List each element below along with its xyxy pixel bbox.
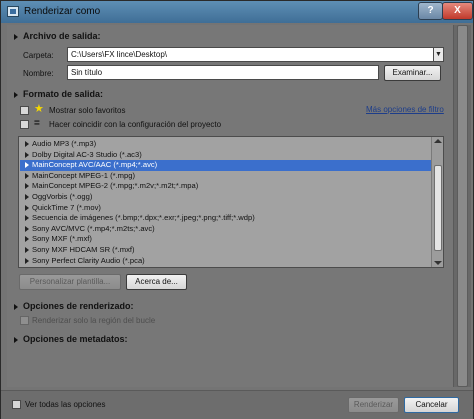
triangle-right-icon[interactable] [25, 257, 29, 264]
dialog-scrollbar[interactable] [453, 25, 471, 387]
triangle-right-icon[interactable] [25, 247, 29, 253]
dialog-scroll-thumb[interactable] [457, 25, 468, 387]
scroll-up-arrow-icon[interactable] [434, 139, 442, 143]
expanded-triangle-icon[interactable] [14, 337, 18, 343]
format-list-item[interactable]: QuickTime 7 (*.mov) [20, 203, 431, 214]
about-button[interactable]: Acerca de... [126, 274, 187, 290]
triangle-right-icon[interactable] [25, 183, 29, 190]
title-bar[interactable]: Renderizar como ? X [1, 1, 473, 23]
format-list[interactable]: Audio MP3 (*.mp3) Dolby Digital AC-3 Stud… [18, 136, 444, 268]
format-list-item-label: QuickTime 7 (*.mov) [32, 202, 101, 212]
name-label: Nombre: [23, 69, 54, 78]
triangle-right-icon[interactable] [25, 236, 29, 243]
folder-combobox[interactable]: C:\Users\FX lince\Desktop\ [67, 47, 434, 62]
format-list-item[interactable]: MainConcept AVC/AAC (*.mp4;*.avc) [20, 160, 431, 171]
close-button[interactable]: X [442, 2, 473, 20]
format-list-item[interactable]: Secuencia de imágenes (*.bmp;*.dpx;*.exr… [20, 213, 431, 224]
format-list-item[interactable]: Sony MXF HDCAM SR (*.mxf) [20, 245, 431, 256]
render-as-dialog: Renderizar como ? X Archivo de salida: C… [0, 0, 474, 419]
format-list-item-label: Sony MXF (*.mxf) [32, 234, 92, 244]
customize-template-button[interactable]: Personalizar plantilla... [19, 274, 121, 290]
expanded-triangle-icon[interactable] [14, 92, 18, 98]
format-list-item-label: Dolby Digital AC-3 Studio (*.ac3) [32, 149, 142, 159]
match-project-label[interactable]: Hacer coincidir con la configuración del… [49, 120, 221, 129]
triangle-right-icon[interactable] [25, 204, 29, 211]
triangle-right-icon[interactable] [25, 151, 29, 158]
triangle-right-icon[interactable] [25, 194, 29, 200]
format-list-item[interactable]: Audio MP3 (*.mp3) [20, 139, 431, 150]
help-button[interactable]: ? [418, 2, 443, 20]
format-list-item[interactable]: Sony MXF (*.mxf) [20, 234, 431, 245]
name-field[interactable]: Sin título [67, 65, 379, 80]
format-list-scrollbar[interactable] [431, 137, 443, 267]
format-list-item-label: Sony Perfect Clarity Audio (*.pca) [32, 255, 145, 265]
loop-region-only-checkbox[interactable] [20, 316, 29, 325]
format-list-item-label: MainConcept MPEG-2 (*.mpg;*.m2v;*.m2t;*.… [32, 181, 199, 191]
star-icon: ★ [34, 103, 44, 115]
chevron-down-icon[interactable]: ▼ [433, 47, 444, 62]
triangle-right-icon[interactable] [25, 172, 29, 179]
format-list-item[interactable]: MainConcept MPEG-1 (*.mpg) [20, 171, 431, 182]
scroll-down-arrow-icon[interactable] [434, 261, 442, 265]
triangle-right-icon[interactable] [25, 225, 29, 232]
triangle-right-icon[interactable] [25, 215, 29, 222]
render-button[interactable]: Renderizar [348, 397, 399, 413]
triangle-right-icon[interactable] [25, 141, 29, 147]
expanded-triangle-icon[interactable] [14, 304, 18, 310]
metadata-options-heading: Opciones de metadatos: [23, 334, 128, 344]
format-list-item-label: Audio MP3 (*.mp3) [32, 139, 97, 148]
format-list-item[interactable]: OggVorbis (*.ogg) [20, 192, 431, 203]
loop-region-only-label: Renderizar solo la región del bucle [32, 316, 156, 325]
app-icon [7, 6, 19, 17]
expanded-triangle-icon[interactable] [14, 34, 18, 40]
equal-icon: = [34, 118, 40, 129]
format-list-item-label: OggVorbis (*.ogg) [32, 192, 93, 201]
favorites-only-label[interactable]: Mostrar solo favoritos [49, 106, 125, 115]
format-list-item-label: Secuencia de imágenes (*.bmp;*.dpx;*.exr… [32, 213, 255, 223]
format-list-item[interactable]: Sony Perfect Clarity Audio (*.pca) [20, 256, 431, 267]
format-list-item[interactable]: MainConcept MPEG-2 (*.mpg;*.m2v;*.m2t;*.… [20, 181, 431, 192]
format-list-item-label: Sony AVC/MVC (*.mp4;*.m2ts;*.avc) [32, 223, 155, 233]
scroll-thumb[interactable] [434, 165, 442, 251]
match-project-checkbox[interactable] [20, 120, 29, 129]
output-file-heading: Archivo de salida: [23, 31, 101, 41]
output-format-heading: Formato de salida: [23, 89, 104, 99]
more-filter-options-link[interactable]: Más opciones de filtro [366, 105, 444, 114]
show-all-options-checkbox[interactable] [12, 400, 21, 409]
format-list-item[interactable]: Sony AVC/MVC (*.mp4;*.m2ts;*.avc) [20, 224, 431, 235]
favorites-only-checkbox[interactable] [20, 106, 29, 115]
folder-label: Carpeta: [23, 51, 54, 60]
format-list-item-label: Sony MXF HDCAM SR (*.mxf) [32, 245, 135, 254]
browse-button[interactable]: Examinar... [384, 65, 441, 81]
window-title: Renderizar como [24, 6, 101, 17]
show-all-options-label[interactable]: Ver todas las opciones [25, 400, 106, 409]
render-options-heading: Opciones de renderizado: [23, 301, 134, 311]
format-list-item-label: MainConcept AVC/AAC (*.mp4;*.avc) [32, 160, 158, 170]
triangle-right-icon[interactable] [25, 162, 29, 169]
format-list-item-label: MainConcept MPEG-1 (*.mpg) [32, 170, 135, 180]
cancel-button[interactable]: Cancelar [404, 397, 459, 413]
format-list-item[interactable]: Dolby Digital AC-3 Studio (*.ac3) [20, 150, 431, 161]
footer-bar: Ver todas las opciones Renderizar Cancel… [1, 390, 473, 419]
